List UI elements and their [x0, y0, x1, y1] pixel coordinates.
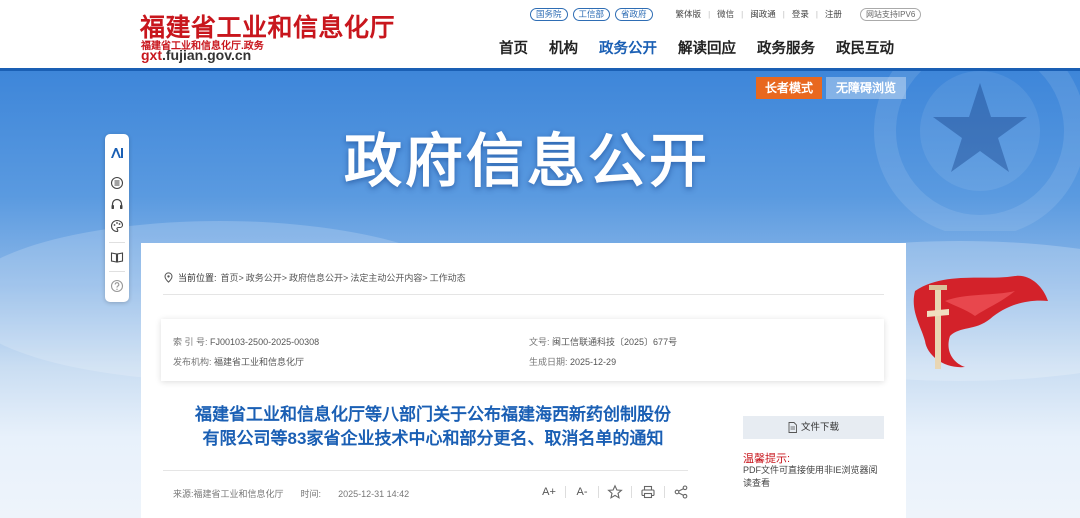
elder-mode-button[interactable]: 长者模式: [756, 77, 822, 99]
link-minzhengtong[interactable]: 闽政通: [750, 8, 776, 20]
document-time-label: 时间:: [300, 489, 322, 499]
tip-body: PDF文件可直接使用非IE浏览器阅读查看: [743, 465, 878, 488]
article-tools: A+ A-: [541, 484, 689, 500]
breadcrumb-divider: [163, 294, 884, 295]
divider: |: [815, 9, 818, 19]
document-info: 来源:福建省工业和信息化厅 时间: 2025-12-31 14:42: [173, 487, 409, 500]
ipv6-badge: 网站支持IPV6: [859, 7, 922, 21]
meta-issuer: 发布机构: 福建省工业和信息化厅: [173, 355, 304, 368]
site-header: 福建省工业和信息化厅 福建省工业和信息化厅.政务 gxt.fujian.gov.…: [0, 0, 1080, 71]
nav-interpretation[interactable]: 解读回应: [678, 37, 736, 58]
meta-index-label: 索 引 号:: [173, 337, 208, 347]
red-flag-huabiao-decoration: [913, 275, 1048, 369]
breadcrumb: 当前位置: 首页> 政务公开> 政府信息公开> 法定主动公开内容> 工作动态: [163, 271, 466, 284]
breadcrumb-home[interactable]: 首页>: [221, 271, 244, 284]
tools-divider: [631, 486, 632, 498]
nav-home[interactable]: 首页: [499, 37, 528, 58]
top-links: 国务院 工信部 省政府 繁体版 | 微信 | 闽政通 | 登录 | 注册 网站支…: [530, 7, 922, 21]
nav-interaction[interactable]: 政民互动: [836, 37, 894, 58]
meta-date-value: 2025-12-29: [570, 357, 617, 367]
breadcrumb-statutory[interactable]: 法定主动公开内容>: [350, 271, 427, 284]
link-traditional[interactable]: 繁体版: [676, 8, 702, 20]
document-icon: [788, 422, 797, 433]
nav-organization[interactable]: 机构: [549, 37, 578, 58]
title-divider: [163, 470, 688, 471]
headphones-icon[interactable]: [110, 197, 124, 211]
divider: |: [708, 9, 711, 19]
domain-prefix: gxt: [141, 47, 162, 63]
meta-issuer-value: 福建省工业和信息化厅: [214, 357, 305, 367]
nav-gov-affairs[interactable]: 政务公开: [599, 37, 657, 58]
meta-docno-value: 闽工信联通科技〔2025〕677号: [552, 337, 678, 347]
divider: |: [782, 9, 785, 19]
link-wechat[interactable]: 微信: [717, 8, 734, 20]
star-favorite-icon[interactable]: [607, 484, 623, 500]
document-meta-box: 索 引 号: FJ00103-2500-2025-00308 文号: 闽工信联通…: [161, 319, 884, 381]
breadcrumb-label: 当前位置:: [178, 273, 217, 283]
meta-docno: 文号: 闽工信联通科技〔2025〕677号: [529, 335, 677, 348]
link-register[interactable]: 注册: [825, 8, 842, 20]
font-decrease-button[interactable]: A-: [574, 484, 590, 500]
print-icon[interactable]: [640, 484, 656, 500]
tools-divider: [598, 486, 599, 498]
menu-list-icon[interactable]: [110, 176, 124, 190]
document-title-line1: 福建省工业和信息化厅等八部门关于公布福建海西新药创制股份: [195, 405, 671, 424]
help-question-icon[interactable]: [110, 279, 124, 293]
main-nav: 首页 机构 政务公开 解读回应 政务服务 政民互动: [499, 37, 915, 58]
breadcrumb-gov-affairs[interactable]: 政务公开>: [246, 271, 287, 284]
color-palette-icon[interactable]: [110, 219, 124, 233]
site-domain: gxt.fujian.gov.cn: [141, 47, 251, 63]
link-province-gov[interactable]: 省政府: [615, 7, 653, 21]
meta-date-label: 生成日期:: [529, 357, 568, 367]
toolbar-divider: [109, 271, 125, 272]
reading-book-icon[interactable]: [110, 250, 124, 264]
font-increase-button[interactable]: A+: [541, 484, 557, 500]
file-download-button[interactable]: 文件下载: [743, 416, 884, 439]
link-state-council[interactable]: 国务院: [530, 7, 568, 21]
nav-services[interactable]: 政务服务: [757, 37, 815, 58]
banner-title: 政府信息公开: [344, 127, 711, 195]
document-title-line2: 有限公司等83家省企业技术中心和部分更名、取消名单的通知: [202, 429, 664, 448]
file-download-label: 文件下载: [800, 422, 839, 433]
tools-divider: [565, 486, 566, 498]
breadcrumb-gov-info[interactable]: 政府信息公开>: [289, 271, 348, 284]
content-card: 当前位置: 首页> 政务公开> 政府信息公开> 法定主动公开内容> 工作动态 索…: [141, 243, 906, 518]
share-icon[interactable]: [673, 484, 689, 500]
domain-rest: .fujian.gov.cn: [162, 47, 252, 63]
tools-divider: [664, 486, 665, 498]
document-title: 福建省工业和信息化厅等八部门关于公布福建海西新药创制股份 有限公司等83家省企业…: [163, 403, 703, 451]
ai-assistant-icon[interactable]: [110, 146, 124, 160]
document-source: 来源:福建省工业和信息化厅: [173, 489, 284, 499]
link-miit[interactable]: 工信部: [572, 7, 611, 21]
floating-toolbar: [105, 134, 129, 302]
meta-index: 索 引 号: FJ00103-2500-2025-00308: [173, 335, 319, 348]
meta-issuer-label: 发布机构:: [173, 357, 212, 367]
accessible-browse-button[interactable]: 无障碍浏览: [826, 77, 906, 99]
breadcrumb-work-news[interactable]: 工作动态: [430, 271, 466, 284]
link-login[interactable]: 登录: [792, 8, 809, 20]
toolbar-divider: [109, 242, 125, 243]
meta-index-value: FJ00103-2500-2025-00308: [210, 337, 320, 347]
document-time-value: 2025-12-31 14:42: [338, 489, 410, 499]
meta-docno-label: 文号:: [529, 337, 550, 347]
divider: |: [741, 9, 744, 19]
meta-date: 生成日期: 2025-12-29: [529, 355, 616, 368]
location-pin-icon: [164, 272, 173, 283]
